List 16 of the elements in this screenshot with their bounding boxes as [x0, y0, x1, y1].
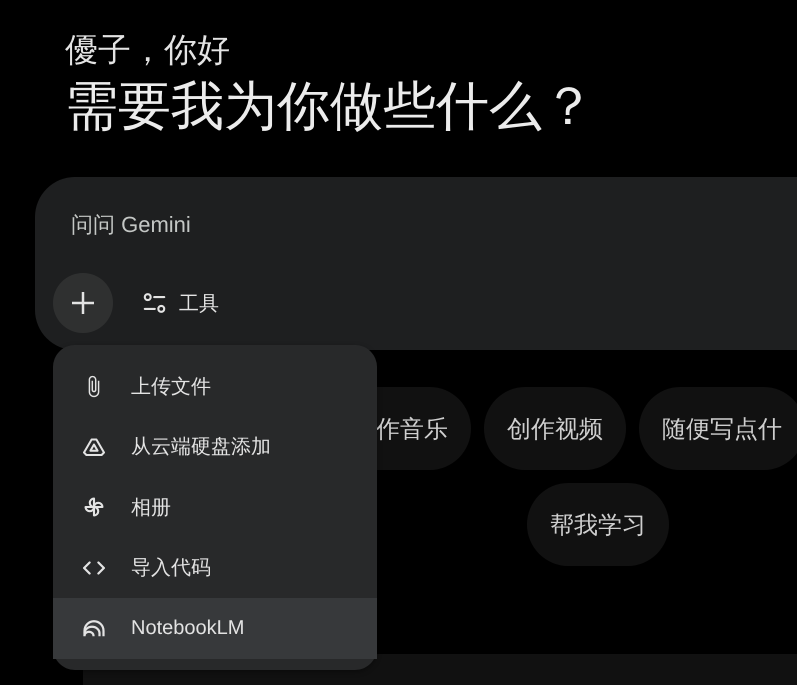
suggestion-chip[interactable]: 帮我学习 — [527, 483, 669, 566]
sliders-icon — [143, 293, 166, 313]
suggestion-chip[interactable]: 创作视频 — [484, 387, 626, 470]
menu-item[interactable]: 相册 — [53, 477, 377, 538]
arcs-icon — [83, 618, 105, 638]
suggestion-chip[interactable]: 随便写点什 — [639, 387, 797, 470]
prompt-input[interactable]: 问问 Gemini — [71, 205, 671, 245]
menu-item[interactable]: 导入代码 — [53, 538, 377, 598]
greeting-text: 優子，你好 — [65, 30, 231, 70]
plus-icon — [72, 292, 94, 314]
paperclip-icon — [88, 374, 100, 398]
triangle-icon — [83, 436, 105, 457]
pinwheel-icon — [83, 497, 105, 518]
heading-text: 需要我为你做些什么？ — [65, 76, 596, 138]
menu-item[interactable]: NotebookLM — [53, 598, 377, 658]
tools-button[interactable]: 工具 — [131, 281, 231, 325]
